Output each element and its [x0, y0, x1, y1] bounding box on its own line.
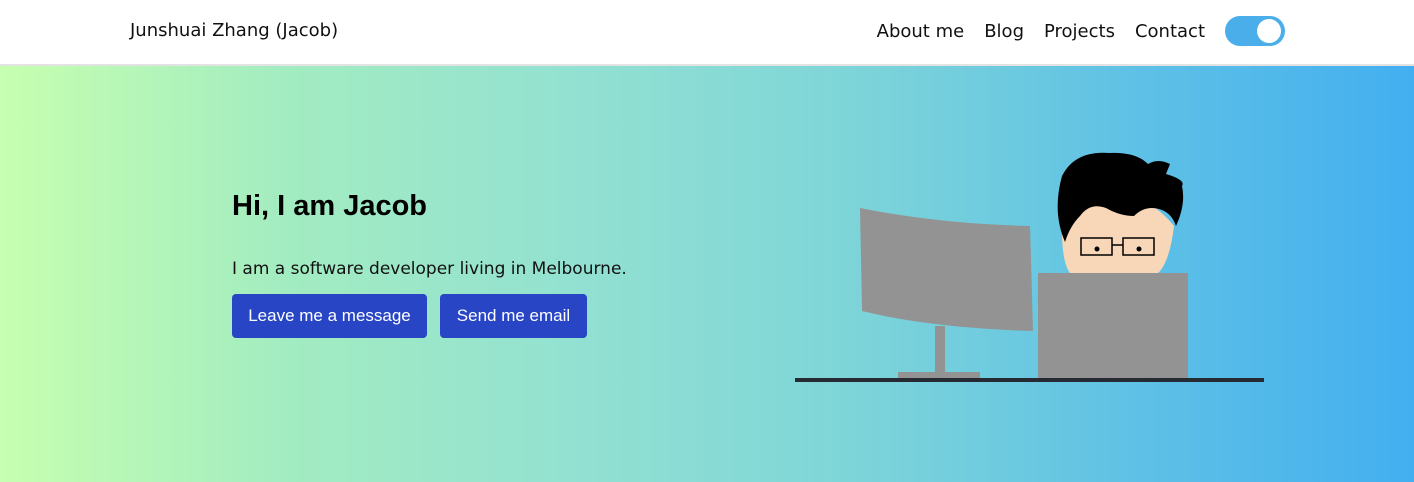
- main-nav: About me Blog Projects Contact: [877, 16, 1285, 46]
- nav-link-projects[interactable]: Projects: [1044, 21, 1115, 42]
- send-email-button[interactable]: Send me email: [440, 294, 587, 338]
- nav-link-about[interactable]: About me: [877, 21, 965, 42]
- monitor-screen: [860, 208, 1033, 331]
- hero-section: Hi, I am Jacob I am a software developer…: [0, 66, 1414, 482]
- developer-at-desk-illustration: [795, 152, 1264, 382]
- leave-message-button[interactable]: Leave me a message: [232, 294, 427, 338]
- right-eye: [1136, 246, 1142, 252]
- desk-surface: [795, 378, 1264, 382]
- site-brand-link[interactable]: Junshuai Zhang (Jacob): [130, 20, 338, 41]
- top-navbar: Junshuai Zhang (Jacob) About me Blog Pro…: [0, 0, 1414, 66]
- hero-subtitle: I am a software developer living in Melb…: [232, 259, 627, 279]
- nav-link-contact[interactable]: Contact: [1135, 21, 1205, 42]
- left-eye: [1094, 246, 1100, 252]
- theme-toggle-knob: [1257, 19, 1281, 43]
- hero-title: Hi, I am Jacob: [232, 190, 428, 222]
- nav-link-blog[interactable]: Blog: [984, 21, 1024, 42]
- theme-toggle[interactable]: [1225, 16, 1285, 46]
- monitor-stand: [935, 326, 945, 374]
- laptop-screen: [1038, 273, 1188, 381]
